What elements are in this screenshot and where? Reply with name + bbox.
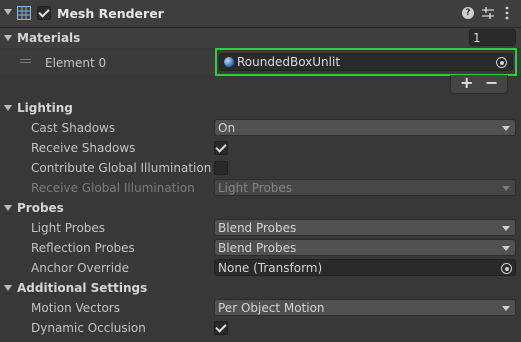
light-probes-dropdown[interactable]: Blend Probes [214, 219, 516, 236]
chevron-down-icon [502, 126, 510, 131]
lighting-label: Lighting [17, 101, 73, 115]
help-icon[interactable]: ? [462, 7, 474, 19]
chevron-down-icon [502, 186, 510, 191]
dynamic-occlusion-checkbox[interactable] [214, 321, 228, 335]
light-probes-value: Blend Probes [218, 221, 297, 235]
receive-shadows-label: Receive Shadows [31, 141, 136, 155]
probes-foldout-arrow[interactable] [4, 205, 12, 211]
additional-settings-header[interactable]: Additional Settings [0, 278, 521, 298]
materials-foldout-arrow[interactable] [4, 35, 12, 41]
component-enabled-checkbox[interactable] [37, 6, 51, 20]
anchor-override-row: Anchor Override None (Transform) [0, 258, 521, 278]
materials-add-remove: + − [450, 73, 508, 94]
drag-handle-icon[interactable] [20, 59, 31, 60]
element-label: Element 0 [45, 56, 107, 70]
cast-shadows-value: On [218, 121, 236, 135]
contribute-gi-checkbox[interactable] [214, 161, 228, 175]
add-element-button[interactable]: + [460, 73, 473, 92]
remove-element-button[interactable]: − [485, 73, 498, 92]
presets-icon[interactable] [482, 7, 494, 19]
receive-gi-row: Receive Global Illumination Light Probes [0, 178, 521, 198]
lighting-header[interactable]: Lighting [0, 98, 521, 118]
cast-shadows-row: Cast Shadows On [0, 118, 521, 138]
cast-shadows-dropdown[interactable]: On [214, 119, 516, 136]
object-picker-icon[interactable] [501, 263, 512, 274]
light-probes-row: Light Probes Blend Probes [0, 218, 521, 238]
context-menu-icon[interactable] [504, 6, 510, 20]
motion-vectors-dropdown[interactable]: Per Object Motion [214, 299, 516, 316]
contribute-gi-row: Contribute Global Illumination [0, 158, 521, 178]
foldout-arrow[interactable] [4, 9, 12, 15]
mesh-renderer-icon [17, 6, 31, 20]
receive-gi-dropdown: Light Probes [214, 179, 516, 196]
additional-foldout-arrow[interactable] [4, 285, 12, 291]
dynamic-occlusion-row: Dynamic Occlusion [0, 318, 521, 338]
lighting-foldout-arrow[interactable] [4, 105, 12, 111]
receive-gi-value: Light Probes [218, 181, 293, 195]
receive-gi-label: Receive Global Illumination [31, 181, 195, 195]
probes-header[interactable]: Probes [0, 198, 521, 218]
anchor-override-field[interactable]: None (Transform) [214, 259, 516, 276]
receive-shadows-checkbox[interactable] [214, 141, 228, 155]
material-object-field[interactable]: RoundedBoxUnlit [219, 53, 513, 71]
object-picker-icon[interactable] [496, 57, 507, 68]
reflection-probes-value: Blend Probes [218, 241, 297, 255]
reflection-probes-label: Reflection Probes [31, 241, 135, 255]
chevron-down-icon [502, 246, 510, 251]
reflection-probes-dropdown[interactable]: Blend Probes [214, 239, 516, 256]
motion-vectors-value: Per Object Motion [218, 301, 325, 315]
probes-label: Probes [17, 201, 64, 215]
cast-shadows-label: Cast Shadows [31, 121, 116, 135]
motion-vectors-row: Motion Vectors Per Object Motion [0, 298, 521, 318]
light-probes-label: Light Probes [31, 221, 106, 235]
materials-size-field[interactable]: 1 [469, 29, 516, 46]
materials-size-value: 1 [473, 31, 481, 45]
materials-label: Materials [17, 31, 81, 45]
chevron-down-icon [502, 226, 510, 231]
component-header[interactable]: Mesh Renderer ? [0, 0, 521, 28]
materials-header[interactable]: Materials 1 [0, 28, 521, 48]
material-icon [224, 57, 234, 67]
chevron-down-icon [502, 306, 510, 311]
additional-settings-label: Additional Settings [17, 281, 148, 295]
material-value: RoundedBoxUnlit [237, 55, 341, 69]
reflection-probes-row: Reflection Probes Blend Probes [0, 238, 521, 258]
dynamic-occlusion-label: Dynamic Occlusion [31, 321, 146, 335]
component-title: Mesh Renderer [57, 6, 164, 21]
contribute-gi-label: Contribute Global Illumination [31, 161, 212, 175]
anchor-override-label: Anchor Override [31, 261, 130, 275]
material-element-row: Element 0 RoundedBoxUnlit [0, 48, 521, 76]
receive-shadows-row: Receive Shadows [0, 138, 521, 158]
motion-vectors-label: Motion Vectors [31, 301, 120, 315]
anchor-override-value: None (Transform) [218, 261, 323, 275]
